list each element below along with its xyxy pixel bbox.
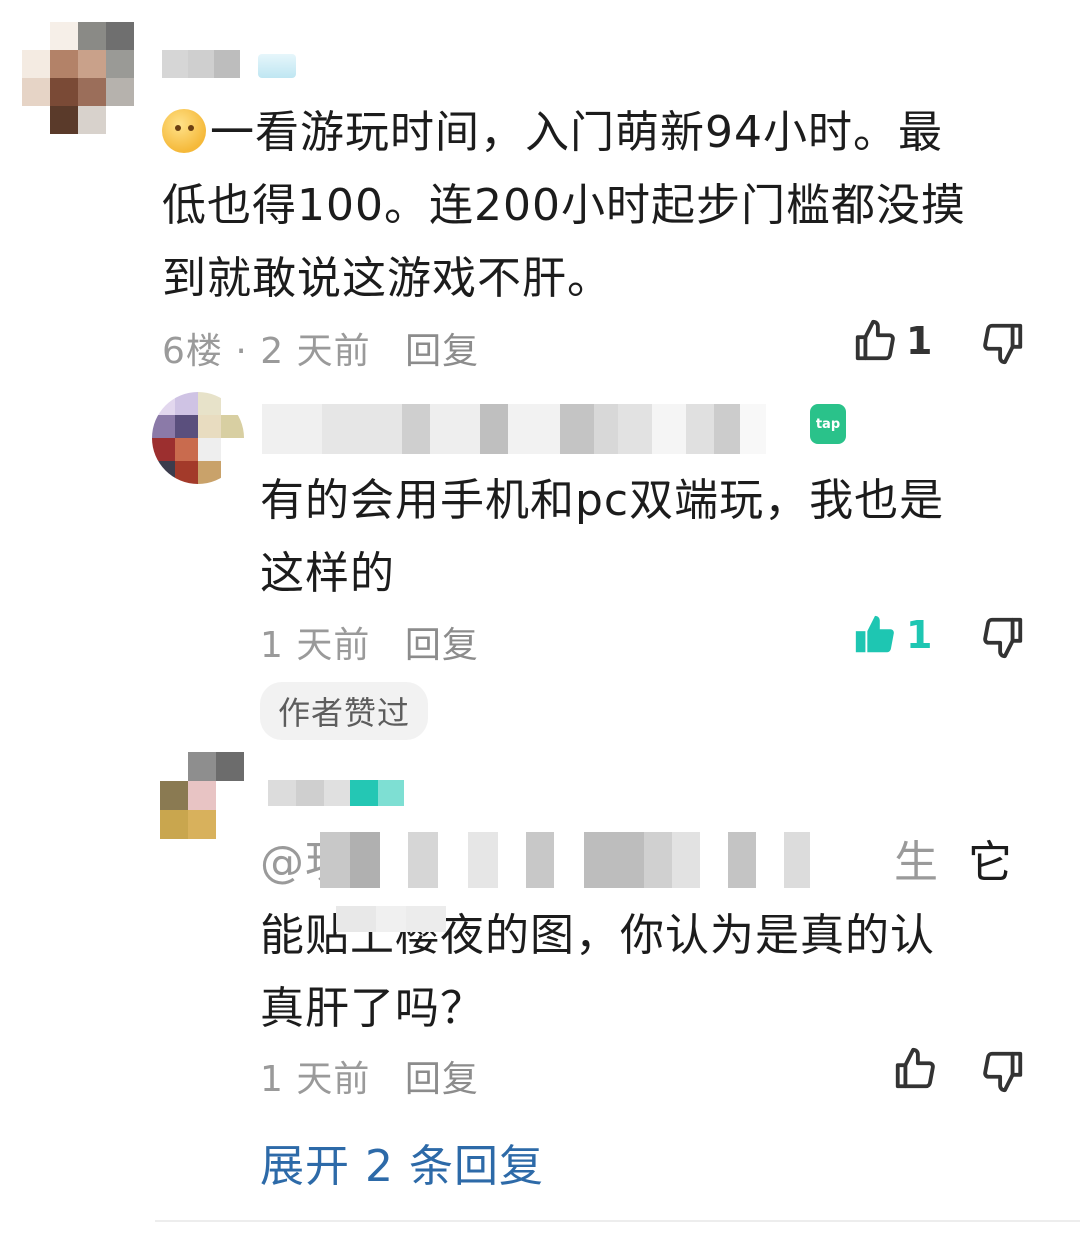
reply-meta: 1 天前 回复	[260, 1050, 479, 1102]
divider	[155, 1220, 1080, 1222]
avatar[interactable]	[152, 392, 244, 484]
comment-thread: 一看游玩时间，入门萌新94小时。最 低也得100。连200小时起步门槛都没摸 到…	[0, 0, 1080, 1236]
thumbs-up-filled-icon	[855, 615, 894, 653]
timestamp: 1 天前	[260, 1059, 371, 1100]
avatar[interactable]	[22, 22, 134, 134]
avatar[interactable]	[160, 752, 244, 840]
dislike-button[interactable]	[980, 320, 1026, 366]
thumbs-up-icon	[855, 319, 895, 361]
reply-button[interactable]: 回复	[405, 331, 479, 372]
thumbs-down-icon	[983, 617, 1023, 659]
reply-text: 有的会用手机和pc双端玩，我也是 这样的	[260, 475, 945, 599]
censored-text-overlay	[336, 906, 446, 932]
floor-number: 6楼	[162, 331, 223, 372]
reply-button[interactable]: 回复	[405, 625, 479, 666]
like-button[interactable]: 1	[852, 318, 932, 364]
like-count: 1	[906, 613, 933, 657]
dislike-button[interactable]	[980, 1048, 1026, 1094]
username[interactable]	[268, 780, 404, 806]
censored-mention-overlay	[320, 832, 810, 888]
like-count: 1	[906, 319, 933, 363]
like-button[interactable]	[892, 1046, 938, 1092]
author-liked-badge: 作者赞过	[260, 682, 429, 740]
thumbs-up-icon	[895, 1047, 935, 1089]
username[interactable]	[262, 404, 766, 454]
thumbs-down-icon	[983, 323, 1023, 365]
smiling-face-icon	[162, 109, 206, 153]
comment-text: 一看游玩时间，入门萌新94小时。最 低也得100。连200小时起步门槛都没摸 到…	[162, 107, 966, 304]
username[interactable]	[162, 50, 240, 78]
timestamp: 2 天前	[260, 331, 371, 372]
reply-button[interactable]: 回复	[405, 1059, 479, 1100]
thumbs-down-icon	[983, 1051, 1023, 1093]
reply-meta: 1 天前 回复	[260, 616, 479, 668]
mention-suffix: 生	[894, 837, 939, 888]
comment-meta: 6楼 · 2 天前 回复	[162, 331, 480, 372]
like-button[interactable]: 1	[852, 612, 932, 658]
expand-replies-link[interactable]: 展开 2 条回复	[260, 1130, 544, 1194]
level-badge-icon	[258, 54, 296, 78]
dislike-button[interactable]	[980, 614, 1026, 660]
tap-app-badge-icon: tap	[810, 404, 846, 444]
timestamp: 1 天前	[260, 625, 371, 666]
